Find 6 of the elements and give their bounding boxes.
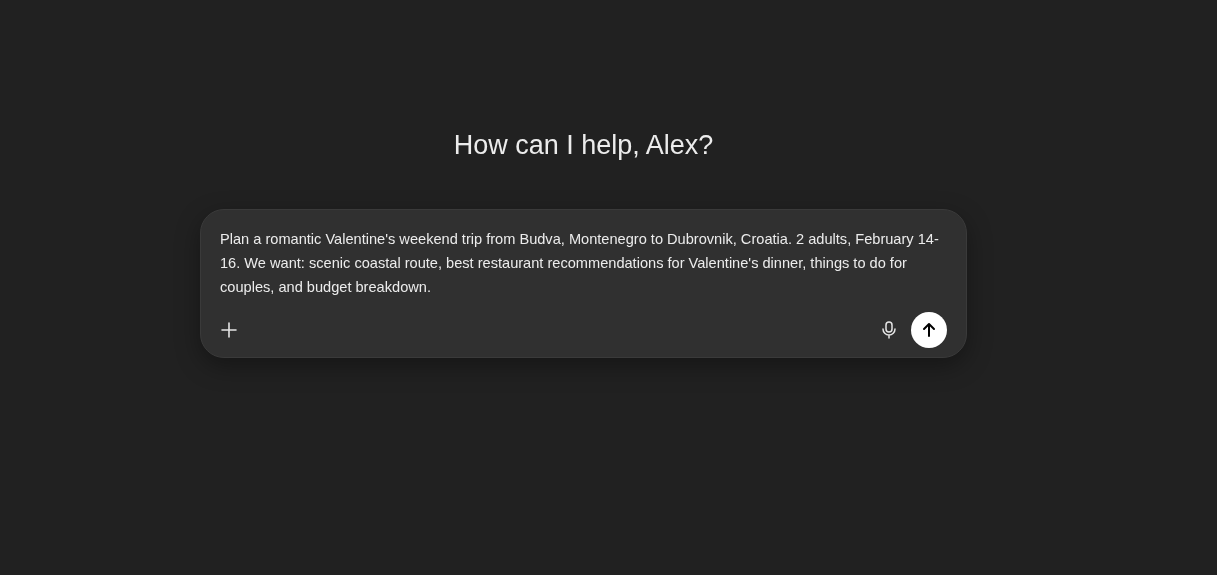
send-button[interactable] bbox=[911, 312, 947, 348]
plus-icon[interactable] bbox=[220, 321, 238, 339]
arrow-up-icon bbox=[921, 322, 937, 338]
microphone-icon[interactable] bbox=[881, 321, 897, 339]
greeting-heading: How can I help, Alex? bbox=[453, 129, 714, 162]
prompt-field[interactable]: Plan a romantic Valentine's weekend trip from Budva, Montenegro to Dubrovnik, Croatia. 2 adults, February 14-16. We want: scenic coastal route, best restaurant recommendations for Valentine's dinner, things to do for couples, and budget breakdown. bbox=[220, 227, 947, 312]
